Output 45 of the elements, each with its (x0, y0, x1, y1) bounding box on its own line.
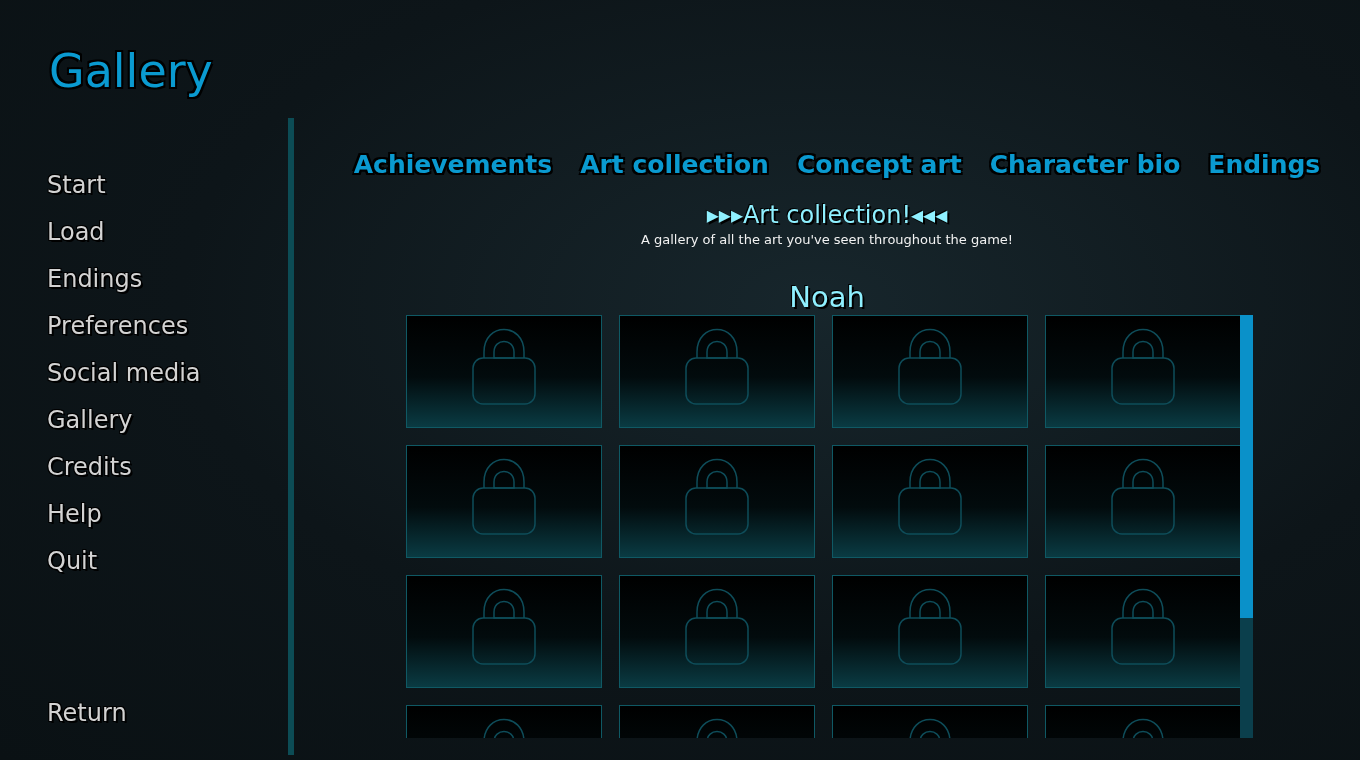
locked-thumbnail[interactable] (619, 575, 815, 688)
padlock-icon (685, 588, 749, 666)
scrollbar-track[interactable] (1240, 315, 1253, 738)
locked-thumbnail[interactable] (406, 575, 602, 688)
padlock-icon (685, 328, 749, 406)
menu-item[interactable]: Gallery (47, 403, 133, 437)
gallery-tab[interactable]: Character bio (989, 148, 1181, 182)
padlock-icon (898, 458, 962, 536)
locked-thumbnail[interactable] (406, 445, 602, 558)
menu-item[interactable]: Endings (47, 262, 143, 296)
locked-thumbnail[interactable] (619, 315, 815, 428)
menu-item[interactable]: Credits (47, 450, 132, 484)
padlock-icon (472, 458, 536, 536)
locked-thumbnail[interactable] (406, 315, 602, 428)
locked-thumbnail[interactable] (832, 575, 1028, 688)
locked-thumbnail[interactable] (1045, 315, 1240, 428)
locked-thumbnail[interactable] (619, 445, 815, 558)
return-link[interactable]: Return (47, 696, 127, 730)
menu-item[interactable]: Start (47, 168, 106, 202)
page-subtitle: A gallery of all the art you've seen throughout the game! (640, 232, 1014, 247)
screen-title: Gallery (49, 44, 213, 98)
padlock-icon (1111, 458, 1175, 536)
gallery-tab[interactable]: Endings (1208, 148, 1321, 182)
locked-thumbnail[interactable] (832, 315, 1028, 428)
menu-item[interactable]: Help (47, 497, 102, 531)
padlock-icon (1111, 328, 1175, 406)
padlock-icon (1111, 588, 1175, 666)
menu-item[interactable]: Quit (47, 544, 98, 578)
padlock-icon (898, 328, 962, 406)
section-title: Noah (789, 279, 865, 315)
gallery-tab[interactable]: Art collection (580, 148, 769, 182)
locked-thumbnail[interactable] (1045, 575, 1240, 688)
padlock-icon (472, 328, 536, 406)
locked-thumbnail[interactable] (1045, 445, 1240, 558)
gallery-tab[interactable]: Achievements (353, 148, 553, 182)
menu-item[interactable]: Social media (47, 356, 201, 390)
padlock-icon (472, 588, 536, 666)
menu-item[interactable]: Preferences (47, 309, 189, 343)
locked-thumbnail[interactable] (832, 445, 1028, 558)
scrollbar-thumb[interactable] (1240, 315, 1253, 618)
padlock-icon (685, 458, 749, 536)
page-heading: ▸▸▸Art collection!◂◂◂ (706, 200, 948, 230)
padlock-icon (898, 588, 962, 666)
gallery-tab[interactable]: Concept art (796, 148, 962, 182)
menu-item[interactable]: Load (47, 215, 105, 249)
